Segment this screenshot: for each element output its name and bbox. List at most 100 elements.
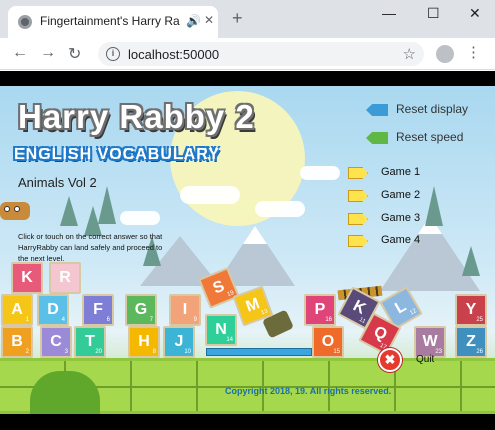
tile-number: 1	[25, 317, 29, 323]
letter-tile[interactable]: O 15	[312, 326, 344, 358]
bookmark-star-icon[interactable]: ☆	[403, 45, 416, 63]
new-tab-button[interactable]: +	[232, 9, 243, 27]
tile-letter: A	[11, 301, 23, 318]
tile-letter: B	[11, 333, 23, 350]
letter-tile[interactable]: Y 25	[455, 294, 487, 326]
browser-toolbar: ← → ↻ i localhost:50000 ☆ ⋮	[0, 38, 495, 70]
game-4-label: Game 4	[381, 234, 421, 246]
maximize-button[interactable]: ☐	[427, 5, 440, 22]
tile-number: 13	[260, 308, 269, 317]
pine-tree	[462, 246, 480, 276]
tile-letter: J	[174, 333, 184, 350]
game-3-button[interactable]: Game 3	[348, 212, 458, 226]
arrow-right-icon	[348, 190, 368, 202]
tile-letter: L	[392, 297, 410, 318]
browser-menu-icon[interactable]: ⋮	[466, 43, 481, 61]
browser-titlebar: Fingertainment's Harry Rabby 2 🔊 ✕ + — ☐…	[0, 0, 495, 38]
letter-tile[interactable]: H8	[128, 326, 160, 358]
letter-tile[interactable]: Z 26	[455, 326, 487, 358]
tile-letter: T	[85, 333, 95, 350]
letter-tile[interactable]: G7	[125, 294, 157, 326]
site-info-icon[interactable]: i	[106, 47, 120, 61]
tile-letter: P	[314, 301, 326, 318]
cloud	[255, 201, 305, 217]
quit-label[interactable]: Quit	[416, 354, 434, 365]
minimize-button[interactable]: —	[382, 5, 396, 21]
pine-tree	[98, 186, 116, 224]
tile-number: 10	[184, 349, 191, 355]
tile-letter: F	[93, 301, 103, 318]
close-window-button[interactable]: ✕	[469, 5, 481, 22]
profile-avatar-icon[interactable]	[436, 45, 454, 63]
tab-title: Fingertainment's Harry Rabby 2	[40, 14, 180, 28]
quit-button[interactable]: ✖	[378, 348, 402, 372]
tile-letter: C	[50, 333, 62, 350]
game-canvas[interactable]: Harry Rabby 2 ENGLISH VOCABULARY Animals…	[0, 86, 495, 414]
letter-tile[interactable]: R	[49, 262, 81, 294]
game-2-button[interactable]: Game 2	[348, 189, 458, 203]
cloud	[180, 186, 240, 204]
tile-number: 25	[476, 317, 483, 323]
game-title: Harry Rabby 2	[18, 98, 255, 135]
reload-button[interactable]: ↻	[68, 44, 81, 64]
pine-tree	[60, 196, 78, 226]
tile-number: 8	[152, 349, 156, 355]
tile-number: 9	[193, 317, 197, 323]
tile-letter: K	[21, 269, 33, 286]
letter-tile[interactable]: B2	[1, 326, 33, 358]
tile-number: 20	[95, 349, 102, 355]
tile-letter: M	[243, 295, 262, 316]
tile-letter: K	[350, 297, 369, 318]
tile-number: 6	[106, 317, 110, 323]
reset-display-label: Reset display	[396, 102, 469, 116]
forward-button[interactable]: →	[40, 44, 56, 62]
tile-number: 26	[476, 349, 483, 355]
letter-tile[interactable]: I9	[169, 294, 201, 326]
landing-platform	[206, 348, 312, 356]
reset-display-button[interactable]: Reset display	[366, 102, 486, 118]
arrow-right-icon	[348, 235, 368, 247]
tile-number: 15	[333, 349, 340, 355]
copyright-text: Copyright 2018, 19. All rights reserved.	[225, 386, 392, 396]
letterbox-top	[0, 71, 495, 86]
letter-tile[interactable]: N 14	[205, 314, 237, 346]
tile-letter: H	[138, 333, 150, 350]
tile-letter: G	[134, 301, 148, 318]
tile-letter: I	[182, 301, 188, 318]
cloud	[120, 211, 160, 225]
level-name: Animals Vol 2	[18, 175, 97, 190]
speaker-icon[interactable]: 🔊	[186, 14, 201, 28]
tile-number: 4	[61, 317, 65, 323]
tile-letter: S	[210, 277, 227, 298]
game-3-label: Game 3	[381, 212, 421, 224]
tile-number: 23	[435, 349, 442, 355]
tile-letter: Q	[370, 323, 390, 344]
letterbox-bottom	[0, 414, 495, 430]
arrow-left-icon	[366, 132, 388, 144]
letter-tile[interactable]: P 16	[304, 294, 336, 326]
letter-tile[interactable]: T 20	[74, 326, 106, 358]
tile-number: 16	[325, 317, 332, 323]
letter-tile[interactable]: A1	[1, 294, 33, 326]
url-text[interactable]: localhost:50000	[128, 47, 219, 62]
instructions-text: Click or touch on the correct answer so …	[18, 232, 163, 263]
game-4-button[interactable]: Game 4	[348, 234, 458, 248]
harry-rabby-character	[0, 202, 30, 220]
tile-letter: Y	[465, 301, 477, 318]
letter-tile[interactable]: F6	[82, 294, 114, 326]
back-button[interactable]: ←	[12, 44, 28, 62]
browser-tab[interactable]: Fingertainment's Harry Rabby 2 🔊 ✕	[8, 6, 218, 38]
tile-letter: N	[215, 321, 227, 338]
tab-close-icon[interactable]: ✕	[204, 13, 214, 27]
rabby-eye	[14, 206, 20, 212]
tile-letter: Z	[466, 333, 476, 350]
reset-speed-button[interactable]: Reset speed	[366, 130, 486, 146]
tile-letter: D	[47, 301, 59, 318]
game-1-button[interactable]: Game 1	[348, 166, 458, 180]
letter-tile[interactable]: K	[11, 262, 43, 294]
letter-tile[interactable]: J 10	[163, 326, 195, 358]
game-2-label: Game 2	[381, 189, 421, 201]
address-bar[interactable]: i localhost:50000 ☆	[98, 42, 424, 66]
letter-tile[interactable]: D4	[37, 294, 69, 326]
letter-tile[interactable]: C3	[40, 326, 72, 358]
